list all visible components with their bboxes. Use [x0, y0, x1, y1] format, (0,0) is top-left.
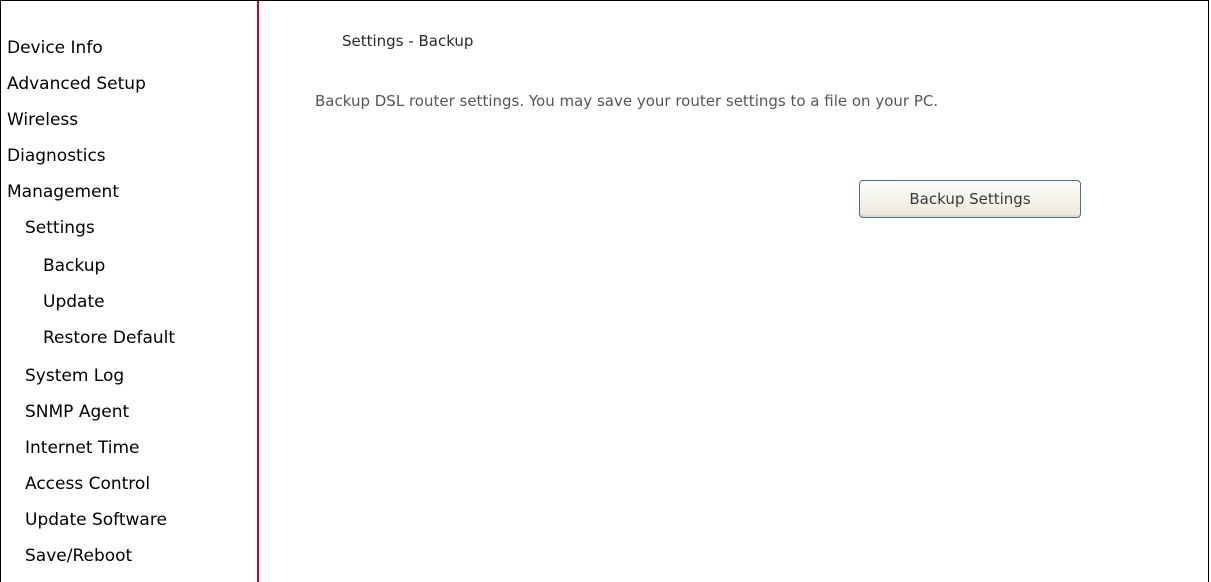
sidebar-item-settings[interactable]: Settings [25, 218, 95, 238]
page-title: Settings - Backup [342, 32, 474, 50]
sidebar-item-backup[interactable]: Backup [43, 256, 105, 276]
sidebar-item-save-reboot[interactable]: Save/Reboot [25, 546, 132, 566]
sidebar-menu: Device Info Advanced Setup Wireless Diag… [1, 1, 259, 582]
main-content: Settings - Backup Backup DSL router sett… [260, 1, 1211, 582]
sidebar-item-internet-time[interactable]: Internet Time [25, 438, 140, 458]
sidebar-item-snmp-agent[interactable]: SNMP Agent [25, 402, 129, 422]
page-description: Backup DSL router settings. You may save… [315, 92, 939, 110]
sidebar-item-management[interactable]: Management [7, 182, 119, 202]
sidebar-item-update[interactable]: Update [43, 292, 105, 312]
sidebar-item-device-info[interactable]: Device Info [7, 38, 103, 58]
sidebar-item-wireless[interactable]: Wireless [7, 110, 78, 130]
sidebar-item-diagnostics[interactable]: Diagnostics [7, 146, 106, 166]
sidebar-item-restore-default[interactable]: Restore Default [43, 328, 175, 348]
sidebar-item-update-software[interactable]: Update Software [25, 510, 167, 530]
sidebar-item-system-log[interactable]: System Log [25, 366, 124, 386]
sidebar-item-access-control[interactable]: Access Control [25, 474, 150, 494]
sidebar-item-advanced-setup[interactable]: Advanced Setup [7, 74, 146, 94]
backup-settings-button[interactable]: Backup Settings [859, 180, 1081, 218]
